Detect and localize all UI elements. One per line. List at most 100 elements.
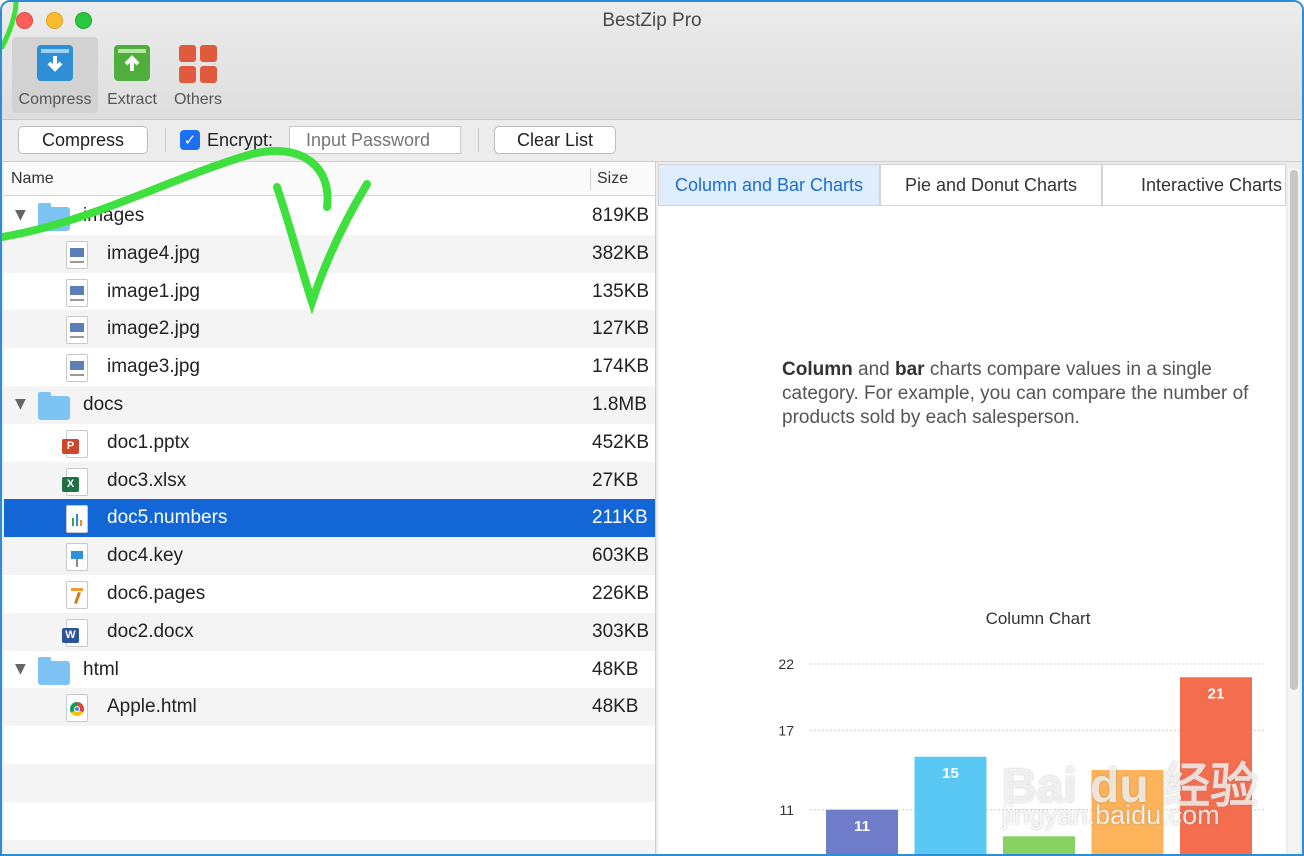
file-row[interactable]: doc4.key 603KB: [4, 537, 655, 575]
jpeg-file-icon: [66, 354, 88, 383]
file-size: 226KB: [592, 582, 650, 604]
chrome-html-file-icon: [66, 694, 88, 723]
pages-file-icon: [66, 580, 88, 609]
file-row[interactable]: doc5.numbers 211KB: [4, 499, 655, 538]
file-size: 48KB: [592, 696, 639, 718]
compress-icon: [37, 45, 73, 81]
file-row[interactable]: image3.jpg 174KB: [4, 348, 655, 386]
jpeg-file-icon: [66, 240, 88, 269]
file-name: Apple.html: [107, 696, 197, 718]
watermark-url: jingyan.baidu.com: [1002, 800, 1220, 830]
file-name: doc1.pptx: [107, 431, 190, 453]
column-name-header[interactable]: Name: [11, 170, 54, 188]
password-input[interactable]: [289, 126, 461, 154]
folder-row[interactable]: ▼ html 48KB: [4, 651, 655, 689]
preview-tabs: Column and Bar Charts Pie and Donut Char…: [658, 164, 1288, 206]
encrypt-label: Encrypt:: [207, 130, 274, 150]
window-title: BestZip Pro: [602, 10, 702, 31]
empty-row: [4, 726, 655, 764]
preview-scrollbar[interactable]: [1288, 168, 1300, 854]
file-size: 603KB: [592, 545, 650, 567]
file-size: 211KB: [592, 507, 648, 529]
toolbar-compress[interactable]: Compress: [12, 37, 98, 113]
empty-row: [4, 763, 655, 802]
file-name: image2.jpg: [107, 318, 200, 340]
folder-icon: [38, 203, 70, 231]
toolbar-others[interactable]: Others: [155, 37, 241, 113]
disclosure-triangle-icon[interactable]: ▼: [15, 396, 26, 412]
disclosure-triangle-icon[interactable]: ▼: [15, 661, 26, 677]
column-divider[interactable]: [590, 168, 591, 190]
folder-icon: [38, 391, 70, 420]
file-size: 135KB: [592, 280, 650, 302]
file-size: 382KB: [592, 242, 650, 264]
file-size: 452KB: [592, 431, 650, 453]
file-name: doc5.numbers: [107, 507, 228, 529]
file-name: doc2.docx: [107, 620, 194, 642]
file-name: docs: [83, 393, 124, 415]
tab-pie-donut-charts[interactable]: Pie and Donut Charts: [880, 164, 1102, 206]
file-name: image1.jpg: [107, 280, 200, 302]
app-window: BestZip Pro Compress Extract Others Comp…: [0, 0, 1304, 856]
file-list-header: Name Size: [4, 162, 655, 196]
encrypt-checkbox[interactable]: ✓: [180, 130, 200, 150]
file-list: ▼ images 819KB image4.jpg 382KB image1.jpg 135…: [4, 197, 655, 854]
y-tick-label: 11: [779, 802, 794, 818]
extract-icon: [114, 45, 150, 81]
file-row[interactable]: image4.jpg 382KB: [4, 234, 655, 273]
folder-icon: [38, 656, 70, 685]
toolbar-compress-label: Compress: [18, 91, 92, 108]
file-row[interactable]: image2.jpg 127KB: [4, 310, 655, 349]
file-size: 27KB: [592, 469, 639, 491]
tab-interactive-charts[interactable]: Interactive Charts: [1102, 164, 1286, 206]
separator: [165, 128, 166, 152]
file-size: 48KB: [592, 658, 639, 680]
file-list-pane: Name Size ▼ images 819KB image4.jpg 382KB ima…: [4, 162, 656, 854]
file-size: 174KB: [592, 356, 650, 378]
file-size: 819KB: [592, 205, 650, 226]
chart-description: Column and bar charts compare values in …: [782, 358, 1282, 430]
file-name: images: [83, 205, 145, 226]
file-row[interactable]: Xdoc3.xlsx 27KB: [4, 461, 655, 500]
jpeg-file-icon: [66, 316, 88, 345]
column-size-header[interactable]: Size: [597, 170, 628, 188]
scrollbar-thumb[interactable]: [1290, 170, 1298, 690]
bar-value-label: 21: [1208, 685, 1225, 702]
file-name: doc6.pages: [107, 582, 206, 604]
file-name: doc4.key: [107, 545, 184, 567]
file-row[interactable]: doc6.pages 226KB: [4, 575, 655, 613]
file-row[interactable]: image1.jpg 135KB: [4, 273, 655, 311]
title-bar: BestZip Pro Compress Extract Others: [2, 2, 1302, 120]
file-name: image4.jpg: [107, 242, 200, 264]
clear-list-button[interactable]: Clear List: [494, 126, 616, 154]
file-row[interactable]: Pdoc1.pptx 452KB: [4, 424, 655, 462]
description-text-1: and: [852, 359, 895, 380]
chart-bar: [1003, 836, 1075, 854]
file-name: doc3.xlsx: [107, 469, 187, 491]
action-bar: Compress ✓ Encrypt: Clear List: [2, 120, 1302, 162]
excel-file-icon: X: [62, 467, 88, 496]
y-tick-label: 22: [778, 656, 794, 672]
word-file-icon: W: [62, 618, 88, 647]
file-row[interactable]: Wdoc2.docx 303KB: [4, 612, 655, 651]
disclosure-triangle-icon[interactable]: ▼: [15, 207, 26, 223]
file-size: 127KB: [592, 318, 650, 340]
description-bold-column: Column: [782, 359, 853, 380]
description-bold-bar: bar: [894, 359, 925, 380]
folder-row[interactable]: ▼ images 819KB: [4, 197, 655, 235]
grid-icon: [179, 45, 217, 83]
file-size: 303KB: [592, 620, 650, 642]
numbers-file-icon: [66, 505, 88, 534]
file-name: html: [83, 658, 119, 680]
folder-row[interactable]: ▼ docs 1.8MB: [4, 385, 655, 424]
separator: [478, 128, 479, 152]
empty-row: [4, 802, 655, 840]
file-size: 1.8MB: [592, 393, 647, 415]
compress-button[interactable]: Compress: [18, 126, 148, 154]
toolbar-others-label: Others: [173, 91, 222, 108]
keynote-file-icon: [66, 543, 88, 572]
tab-column-bar-charts[interactable]: Column and Bar Charts: [658, 164, 880, 206]
bar-value-label: 11: [854, 818, 870, 835]
y-tick-label: 17: [778, 722, 794, 738]
file-row[interactable]: Apple.html 48KB: [4, 688, 655, 727]
